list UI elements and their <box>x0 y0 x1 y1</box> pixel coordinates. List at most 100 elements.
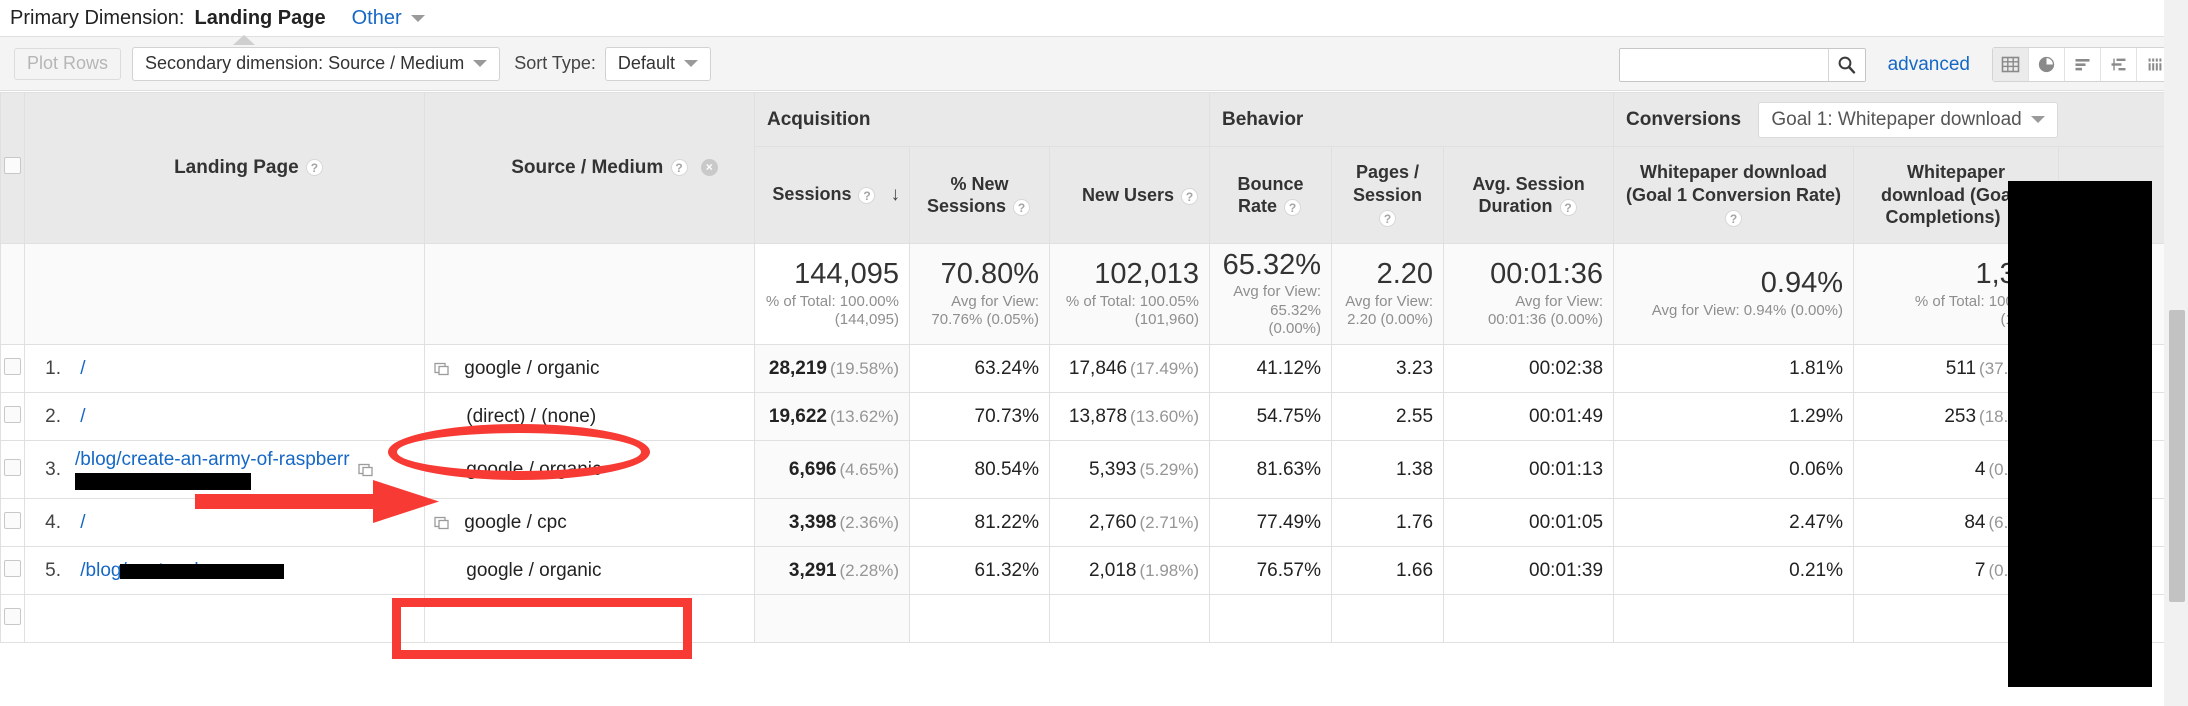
cell-bounce-rate <box>1209 594 1333 644</box>
goal-conversion-rate-value: 0.06% <box>1789 458 1844 480</box>
landing-page-header[interactable]: Landing Page ? <box>24 92 425 244</box>
cell-bounce-rate: 77.49% <box>1209 498 1333 548</box>
advanced-link[interactable]: advanced <box>1888 54 1970 76</box>
landing-page-link[interactable]: /blog/create-an-army-of-raspberr <box>75 449 350 471</box>
header-goal-conversion-rate-label: Whitepaper download (Goal 1 Conversion R… <box>1625 162 1842 205</box>
cell-avg-session-duration: 00:01:13 <box>1443 440 1615 500</box>
table-row: 3. /blog/create-an-army-of-raspberr goog… <box>0 440 2170 500</box>
bounce-rate-value: 76.57% <box>1256 559 1322 581</box>
help-icon[interactable]: ? <box>1379 210 1397 227</box>
vertical-scrollbar-thumb[interactable] <box>2169 310 2185 602</box>
select-all-checkbox[interactable] <box>4 157 21 174</box>
summary-avg-session-duration-sub: Avg for View: 00:01:36 (0.00%) <box>1487 292 1604 328</box>
source-medium-header[interactable]: Source / Medium ? × <box>424 92 755 244</box>
table-row: 2. / (direct) / (none) 19,622 (13.62%) 70… <box>0 392 2170 442</box>
help-icon[interactable]: ? <box>1559 198 1577 216</box>
header-sessions[interactable]: Sessions ? ↓ <box>754 146 910 244</box>
table-row: 1. / google / organic 28,219 (19.58%) 63.… <box>0 344 2170 394</box>
row-checkbox[interactable] <box>4 357 21 375</box>
summary-pages-per-session-sub: Avg for View: 2.20 (0.00%) <box>1345 292 1434 328</box>
header-pages-per-session[interactable]: Pages / Session ? <box>1331 146 1445 244</box>
sort-descending-icon[interactable]: ↓ <box>891 184 901 205</box>
goal-completions-value: 84 <box>1964 511 1986 533</box>
landing-page-link[interactable]: / <box>80 406 85 427</box>
summary-new-sessions-pct-sub: Avg for View: 70.76% (0.05%) <box>931 292 1039 328</box>
row-checkbox-cell <box>0 594 25 644</box>
new-sessions-pct-value: 80.54% <box>974 458 1039 480</box>
help-icon[interactable]: ? <box>858 186 876 204</box>
cell-landing-page: 5. /blog/m etwork <box>24 546 425 596</box>
table-row-partial <box>0 594 2170 644</box>
goal-select[interactable]: Goal 1: Whitepaper download <box>1758 101 2058 138</box>
chevron-down-icon <box>683 60 698 67</box>
table-view-icon[interactable] <box>1993 48 2029 81</box>
tab-pointer-notch <box>233 35 255 45</box>
open-page-icon[interactable] <box>433 360 451 378</box>
help-icon[interactable]: ? <box>1013 198 1031 216</box>
cell-landing-page: 1. / <box>24 344 425 394</box>
row-checkbox[interactable] <box>4 607 21 625</box>
goal-conversion-rate-value: 0.21% <box>1789 559 1844 581</box>
avg-session-duration-value: 00:01:13 <box>1529 458 1604 480</box>
pie-chart-view-icon[interactable] <box>2029 48 2065 81</box>
table-controls-bar: Plot Rows Secondary dimension: Source / … <box>0 36 2188 91</box>
source-medium-value: google / organic <box>466 559 602 581</box>
comparison-view-icon[interactable] <box>2101 48 2137 81</box>
cell-source-medium: google / organic <box>424 546 755 596</box>
row-checkbox[interactable] <box>4 559 21 577</box>
header-pages-per-session-label: Pages / Session <box>1353 162 1423 205</box>
header-bounce-rate[interactable]: Bounce Rate ? <box>1209 146 1333 244</box>
header-goal-conversion-rate[interactable]: Whitepaper download (Goal 1 Conversion R… <box>1613 146 1855 244</box>
vertical-scrollbar-track[interactable] <box>2164 0 2188 706</box>
plot-rows-button[interactable]: Plot Rows <box>14 47 122 80</box>
cell-new-users: 2,018 (1.98%) <box>1048 546 1211 596</box>
new-sessions-pct-value: 63.24% <box>974 357 1039 379</box>
bars-glyph <box>2075 59 2090 71</box>
external-link-glyph <box>434 362 449 375</box>
cell-pages-per-session: 1.38 <box>1331 440 1445 500</box>
performance-view-icon[interactable] <box>2065 48 2101 81</box>
source-medium-value: (direct) / (none) <box>466 405 597 427</box>
cell-bounce-rate: 76.57% <box>1209 546 1333 596</box>
source-medium-value: google / organic <box>466 458 602 480</box>
group-header-behavior: Behavior <box>1209 92 1615 147</box>
chevron-down-icon <box>2030 116 2045 123</box>
summary-new-sessions-pct-value: 70.80% <box>940 258 1039 291</box>
search-input[interactable] <box>1619 48 1828 81</box>
landing-page-link[interactable]: / <box>80 358 85 379</box>
summary-avg-session-duration: 00:01:36 Avg for View: 00:01:36 (0.00%) <box>1443 242 1615 346</box>
primary-dimension-other-link[interactable]: Other <box>352 7 425 30</box>
goal-conversion-rate-value: 1.81% <box>1789 357 1844 379</box>
row-checkbox[interactable] <box>4 458 21 476</box>
sort-type-select[interactable]: Default <box>604 46 711 81</box>
search-button[interactable] <box>1827 48 1865 81</box>
header-new-sessions-pct[interactable]: % New Sessions ? <box>909 146 1050 244</box>
sessions-pct: (2.28%) <box>839 560 899 580</box>
help-icon[interactable]: ? <box>305 159 323 177</box>
help-icon[interactable]: ? <box>1725 210 1743 227</box>
new-users-pct: (17.49%) <box>1130 358 1200 378</box>
open-page-icon[interactable] <box>433 514 451 532</box>
cell-new-sessions-pct: 80.54% <box>909 440 1050 500</box>
row-checkbox[interactable] <box>4 511 21 529</box>
remove-secondary-dimension-icon[interactable]: × <box>700 159 718 177</box>
pages-per-session-value: 1.76 <box>1396 511 1434 533</box>
secondary-dimension-select[interactable]: Secondary dimension: Source / Medium <box>132 46 501 81</box>
cell-goal-conversion-rate: 0.06% <box>1613 440 1855 500</box>
goal-completions-value: 253 <box>1944 405 1977 427</box>
open-page-icon[interactable] <box>357 461 375 479</box>
cell-goal-conversion-rate: 1.29% <box>1613 392 1855 442</box>
help-icon[interactable]: ? <box>670 159 688 177</box>
header-avg-session-duration[interactable]: Avg. Session Duration ? <box>1443 146 1615 244</box>
header-new-users[interactable]: New Users ? <box>1048 146 1211 244</box>
comparison-glyph <box>2111 58 2126 71</box>
cell-new-sessions-pct: 61.32% <box>909 546 1050 596</box>
help-icon[interactable]: ? <box>1284 198 1302 216</box>
help-icon[interactable]: ? <box>1181 187 1199 205</box>
new-sessions-pct-value: 81.22% <box>974 511 1039 533</box>
summary-bounce-rate-sub: Avg for View: 65.32% (0.00%) <box>1233 283 1322 338</box>
header-sessions-label: Sessions <box>772 184 852 205</box>
row-checkbox[interactable] <box>4 405 21 423</box>
pie-glyph <box>2038 56 2055 73</box>
landing-page-link[interactable]: / <box>80 512 85 533</box>
